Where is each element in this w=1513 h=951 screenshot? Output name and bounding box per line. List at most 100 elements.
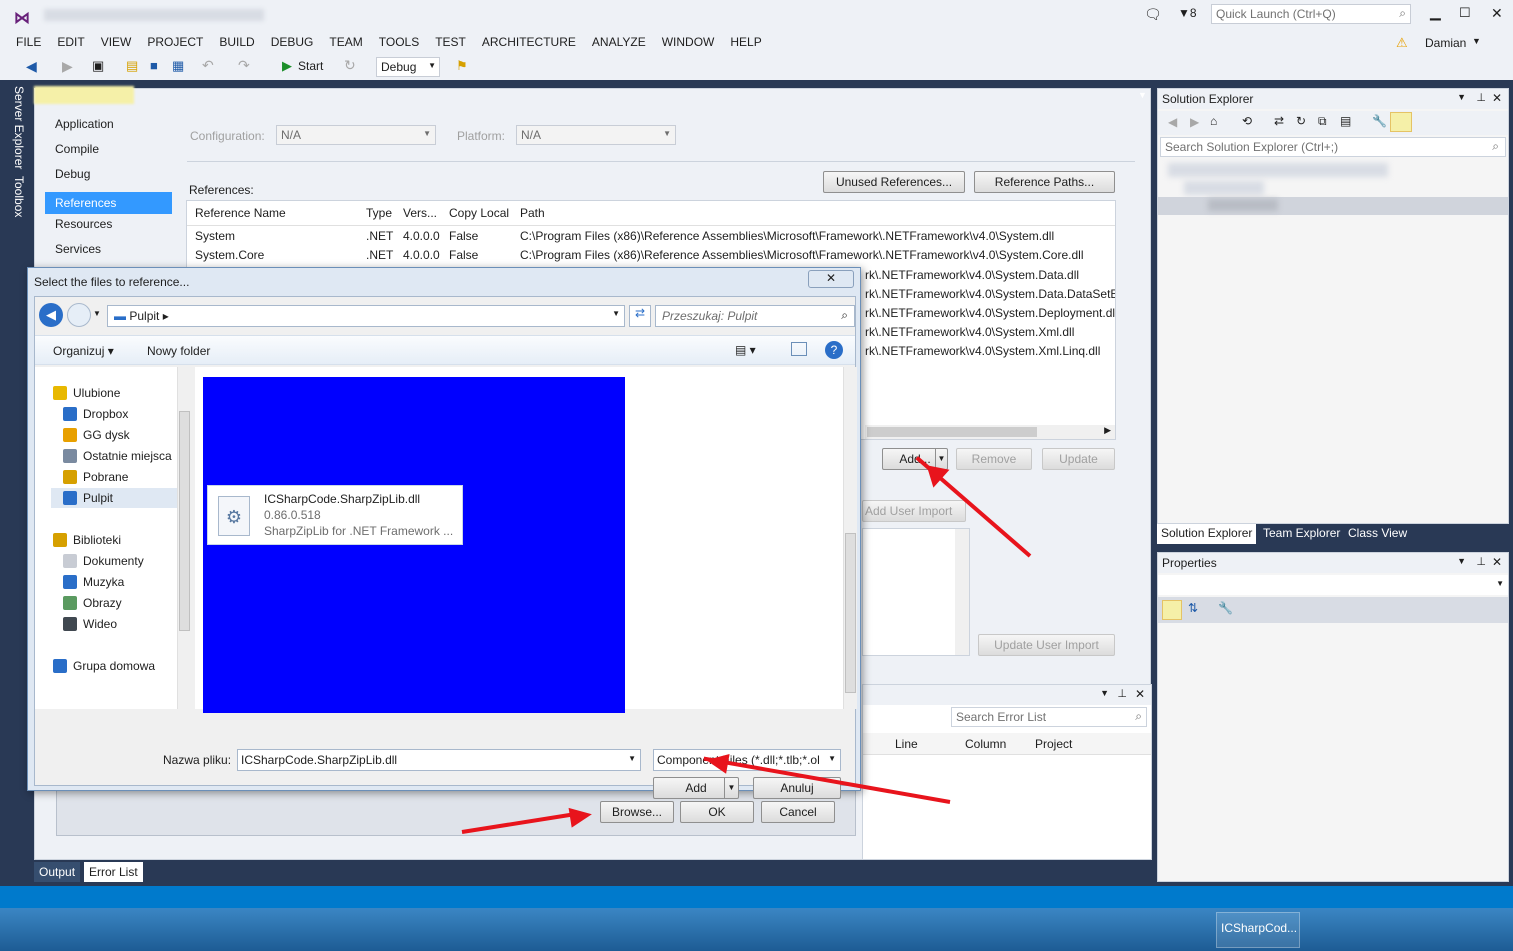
close-icon[interactable]: ✕ xyxy=(1492,91,1502,105)
col-copy-local[interactable]: Copy Local xyxy=(449,206,509,220)
pin-icon[interactable]: ⊥ xyxy=(1476,555,1486,568)
menu-item-test[interactable]: TEST xyxy=(435,35,466,49)
tab-team-explorer[interactable]: Team Explorer xyxy=(1263,526,1340,540)
history-icon[interactable]: ⟲ xyxy=(1242,114,1252,128)
menu-item-analyze[interactable]: ANALYZE xyxy=(592,35,646,49)
nav-item-ulubione[interactable]: Ulubione xyxy=(53,383,120,403)
unused-references-button[interactable]: Unused References... xyxy=(823,171,965,193)
col-column[interactable]: Column xyxy=(965,737,1006,751)
tab-class-view[interactable]: Class View xyxy=(1348,526,1407,540)
minimize-button[interactable]: ▁ xyxy=(1430,4,1441,21)
close-icon[interactable]: ✕ xyxy=(1135,687,1145,701)
dropdown-icon[interactable]: ▼ xyxy=(1457,92,1466,102)
organize-button[interactable]: Organizuj ▾ xyxy=(53,344,114,358)
properties-icon[interactable]: 🔧 xyxy=(1372,114,1387,128)
error-search-input[interactable]: Search Error List ⌕ xyxy=(951,707,1147,727)
project-nav-compile[interactable]: Compile xyxy=(55,142,99,156)
nav-item-obrazy[interactable]: Obrazy xyxy=(63,593,122,613)
nav-item-dokumenty[interactable]: Dokumenty xyxy=(63,551,144,571)
file-scrollbar[interactable] xyxy=(843,367,857,709)
table-row[interactable]: System.Core .NET 4.0.0.0 False C:\Progra… xyxy=(195,248,1115,267)
sync-icon[interactable]: ⇄ xyxy=(1274,114,1284,128)
dialog-close-button[interactable]: ✕ xyxy=(808,270,854,288)
start-icon[interactable]: ▶ xyxy=(282,58,292,74)
close-button[interactable]: ✕ xyxy=(1491,5,1503,22)
nav-scrollbar[interactable] xyxy=(177,367,191,709)
save-all-icon[interactable]: ▦ xyxy=(172,58,184,74)
col-version[interactable]: Vers... xyxy=(403,206,437,220)
preview-pane-icon[interactable] xyxy=(791,342,807,356)
menu-item-edit[interactable]: EDIT xyxy=(57,35,84,49)
vertical-scrollbar[interactable] xyxy=(955,529,969,655)
user-name[interactable]: Damian xyxy=(1425,36,1466,50)
maximize-button[interactable]: ☐ xyxy=(1459,5,1471,21)
redo-icon[interactable]: ↷ xyxy=(238,57,250,74)
menu-item-project[interactable]: PROJECT xyxy=(147,35,203,49)
nav-item-pulpit[interactable]: Pulpit xyxy=(51,488,177,508)
tab-output[interactable]: Output xyxy=(34,862,81,882)
nav-item-wideo[interactable]: Wideo xyxy=(63,614,117,634)
new-folder-button[interactable]: Nowy folder xyxy=(147,344,210,358)
menu-item-view[interactable]: VIEW xyxy=(101,35,132,49)
back-icon[interactable]: ◀ xyxy=(1168,115,1177,129)
file-tile-sharpziplib[interactable]: ⚙ ICSharpCode.SharpZipLib.dll 0.86.0.518… xyxy=(207,485,463,545)
pin-icon[interactable]: ⊥ xyxy=(1476,91,1486,104)
update-user-import-button[interactable]: Update User Import xyxy=(978,634,1115,656)
add-user-import-button[interactable]: Add User Import xyxy=(862,500,966,522)
nav-item-muzyka[interactable]: Muzyka xyxy=(63,572,124,592)
document-tab[interactable] xyxy=(34,86,134,104)
forward-icon[interactable] xyxy=(67,303,91,327)
project-nav-resources[interactable]: Resources xyxy=(55,217,112,231)
feedback-icon[interactable]: 🗨 xyxy=(1144,6,1162,23)
project-nav-application[interactable]: Application xyxy=(55,117,114,131)
save-icon[interactable]: ■ xyxy=(150,58,158,73)
refresh-icon[interactable]: ↻ xyxy=(344,57,356,74)
refresh-icon[interactable]: ↻ xyxy=(1296,114,1306,128)
configuration-select[interactable]: N/A ▼ xyxy=(276,125,436,145)
tab-error-list[interactable]: Error List xyxy=(84,862,143,882)
notification-icon[interactable]: ▼8 xyxy=(1178,6,1197,20)
dialog-add-button[interactable]: Add ▼ xyxy=(653,777,739,799)
selected-node[interactable] xyxy=(1158,197,1508,215)
menu-item-debug[interactable]: DEBUG xyxy=(271,35,314,49)
col-project[interactable]: Project xyxy=(1035,737,1072,751)
taskbar-item[interactable]: ICSharpCod... xyxy=(1216,912,1300,948)
solution-node[interactable] xyxy=(1168,163,1388,177)
browse-button[interactable]: Browse... xyxy=(600,801,674,823)
home-icon[interactable]: ⌂ xyxy=(1210,114,1217,128)
open-icon[interactable]: ▤ xyxy=(126,58,138,74)
address-bar[interactable]: ▬ Pulpit ▸ ▼ xyxy=(107,305,625,327)
ok-button[interactable]: OK xyxy=(680,801,754,823)
menu-item-team[interactable]: TEAM xyxy=(329,35,362,49)
undo-icon[interactable]: ↶ xyxy=(202,57,214,74)
refresh-icon[interactable]: ⇄ xyxy=(629,305,651,327)
dropdown-icon[interactable]: ▼ xyxy=(1457,556,1466,566)
show-files-icon[interactable]: ▤ xyxy=(1340,114,1351,128)
toolbox-tab[interactable]: Toolbox xyxy=(12,176,26,217)
help-icon[interactable]: ? xyxy=(825,341,843,359)
wrench-icon[interactable]: 🔧 xyxy=(1218,601,1233,615)
find-icon[interactable]: ⚑ xyxy=(456,58,468,74)
preview-icon[interactable] xyxy=(1390,112,1412,132)
new-project-icon[interactable]: ▣ xyxy=(92,58,104,74)
object-select[interactable]: ▼ xyxy=(1158,575,1508,595)
project-nav-references[interactable]: References xyxy=(45,192,172,214)
config-select[interactable]: Debug ▼ xyxy=(376,57,440,77)
project-node[interactable] xyxy=(1184,181,1264,195)
forward-icon[interactable]: ▶ xyxy=(62,58,73,75)
view-icon[interactable]: ▤ ▾ xyxy=(735,343,756,357)
history-dropdown-icon[interactable]: ▼ xyxy=(93,309,101,318)
back-icon[interactable]: ◀ xyxy=(26,58,37,75)
project-nav-debug[interactable]: Debug xyxy=(55,167,90,181)
server-explorer-tab[interactable]: Server Explorer xyxy=(12,86,26,169)
quick-launch-input[interactable]: Quick Launch (Ctrl+Q) ⌕ xyxy=(1211,4,1411,24)
nav-item-dropbox[interactable]: Dropbox xyxy=(63,404,128,424)
tab-dropdown-icon[interactable]: ▼ xyxy=(1138,90,1147,100)
dropdown-icon[interactable]: ▼ xyxy=(1100,688,1109,698)
menu-item-build[interactable]: BUILD xyxy=(219,35,254,49)
col-type[interactable]: Type xyxy=(366,206,392,220)
menu-item-architecture[interactable]: ARCHITECTURE xyxy=(482,35,576,49)
horizontal-scrollbar[interactable]: ▶ xyxy=(865,425,1115,439)
imports-list[interactable] xyxy=(862,528,970,656)
col-line[interactable]: Line xyxy=(895,737,918,751)
